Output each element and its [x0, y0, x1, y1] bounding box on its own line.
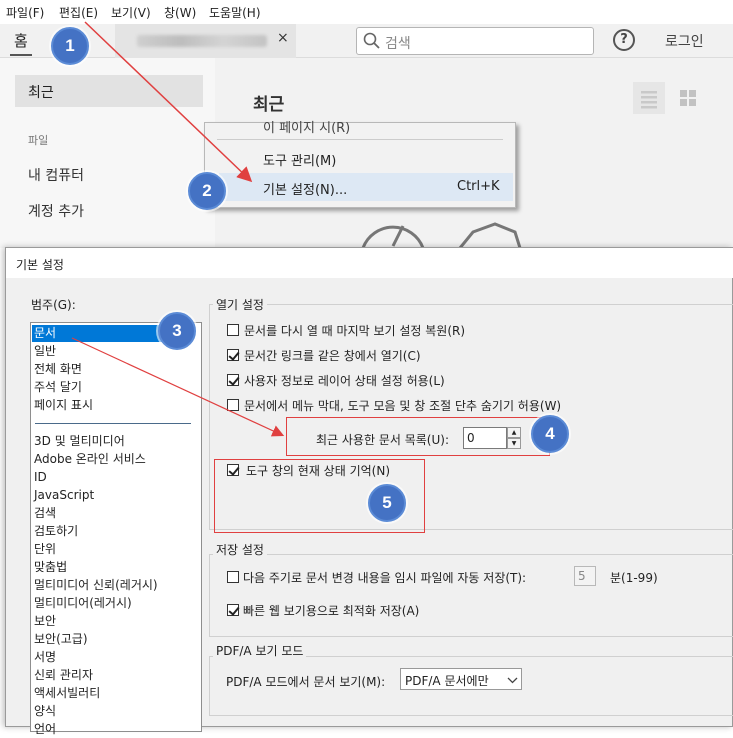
arrow-edit-to-preferences	[84, 21, 253, 183]
highlight-recent-docs	[286, 417, 550, 456]
callout-badge-3: 3	[158, 312, 196, 350]
callout-badge-2: 2	[188, 172, 226, 210]
callout-badge-4: 4	[531, 415, 569, 453]
callout-badge-5: 5	[368, 484, 406, 522]
annotation-arrows	[71, 21, 285, 437]
callout-badge-1: 1	[51, 27, 89, 65]
arrow-documents-to-recent	[71, 337, 285, 437]
